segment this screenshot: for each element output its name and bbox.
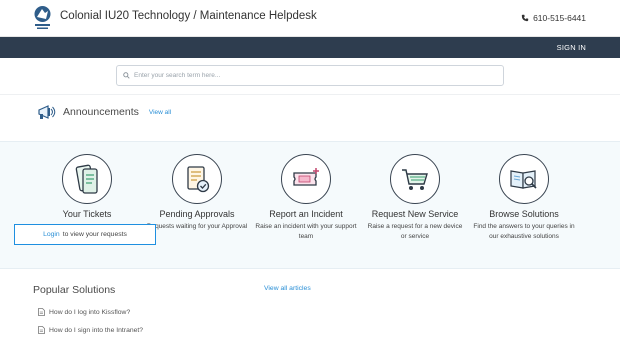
document-icon [38,326,45,334]
card-title: Report an Incident [269,209,343,219]
book-search-icon [510,170,537,189]
article-link[interactable]: How do I log into Kissflow? [38,308,130,316]
announcements-view-all-link[interactable]: View all [149,109,171,116]
site-title[interactable]: Colonial IU20 Technology / Maintenance H… [60,10,317,22]
login-tooltip: Login to view your requests [14,224,156,245]
search-box[interactable] [116,65,504,86]
card-title: Request New Service [371,209,459,219]
card-request-new-service[interactable]: Request New Service Raise a request for … [360,154,470,242]
service-cards: Your Tickets Pending Approvals Requests … [0,141,620,269]
search-input[interactable] [134,72,494,79]
card-browse-solutions[interactable]: Browse Solutions Find the answers to you… [469,154,579,242]
document-icon [38,308,45,316]
popular-solutions-title: Popular Solutions [33,284,116,296]
card-icon-circle [281,154,331,204]
phone-icon [521,14,529,22]
shopping-cart-icon [402,169,428,190]
card-description: Raise an incident with your support team [255,223,357,240]
login-prompt-text: to view your requests [62,231,127,238]
card-title: Pending Approvals [159,209,235,219]
signin-link[interactable]: SIGN IN [557,43,586,52]
card-pending-approvals[interactable]: Pending Approvals Requests waiting for y… [142,154,252,232]
card-your-tickets[interactable]: Your Tickets [32,154,142,219]
section-divider [0,94,620,95]
search-icon [123,72,130,79]
card-description: Raise a request for a new device or serv… [367,223,463,240]
approval-document-icon [187,166,210,193]
site-header: Colonial IU20 Technology / Maintenance H… [0,0,620,37]
card-description: Find the answers to your queries in our … [473,223,575,240]
view-all-articles-link[interactable]: View all articles [264,285,311,292]
incident-ticket-icon [293,168,319,186]
article-link[interactable]: How do I sign into the Intranet? [38,326,143,334]
card-icon-circle [62,154,112,204]
card-description: Requests waiting for your Approval [146,223,248,230]
card-title: Browse Solutions [489,209,559,219]
megaphone-icon [38,105,56,119]
phone-contact: 610-515-6441 [521,13,586,23]
login-link[interactable]: Login [43,231,60,238]
article-title: How do I sign into the Intranet? [49,326,144,334]
tickets-icon [75,164,98,194]
card-report-incident[interactable]: Report an Incident Raise an incident wit… [251,154,361,242]
search-section [0,58,620,94]
top-navbar: SIGN IN [0,37,620,58]
announcements-title: Announcements [63,106,139,118]
colonial-logo-icon[interactable] [33,5,52,31]
phone-number: 610-515-6441 [533,13,586,23]
card-icon-circle [390,154,440,204]
announcements-header: Announcements View all [37,103,171,121]
card-icon-circle [172,154,222,204]
card-icon-circle [499,154,549,204]
article-title: How do I log into Kissflow? [49,308,131,316]
card-title: Your Tickets [62,209,112,219]
